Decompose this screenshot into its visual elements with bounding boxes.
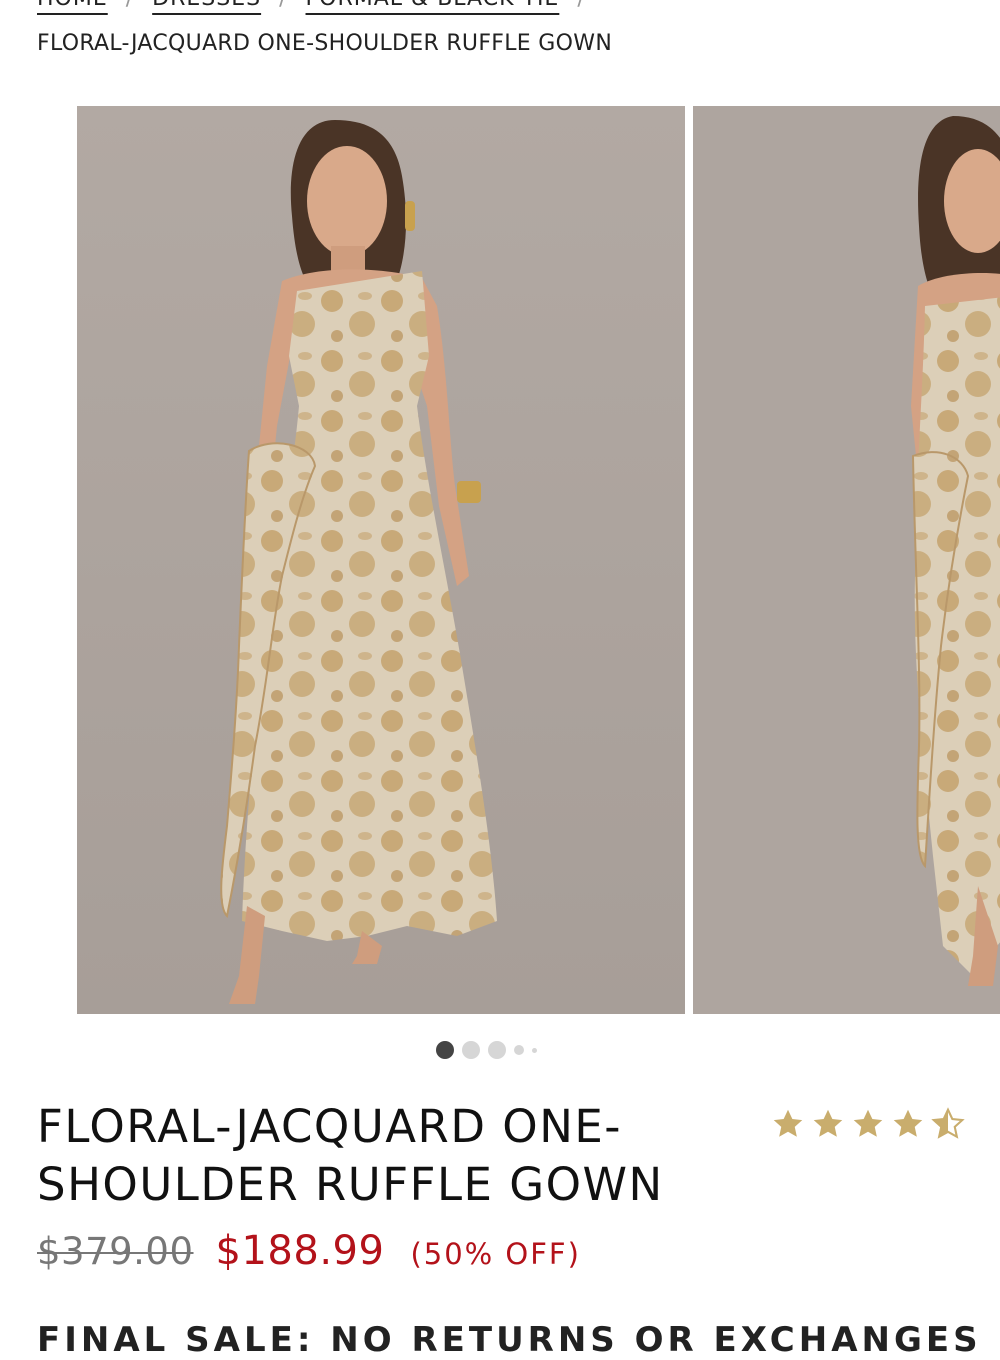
star-half-icon xyxy=(931,1107,965,1139)
product-title: FLORAL-JACQUARD ONE-SHOULDER RUFFLE GOWN xyxy=(37,1100,664,1211)
breadcrumb-separator: / xyxy=(126,0,134,11)
breadcrumb-dresses-link[interactable]: DRESSES xyxy=(152,0,261,11)
model-side-illustration xyxy=(693,106,1000,1014)
product-image-front[interactable] xyxy=(77,106,685,1014)
breadcrumb-current-page: FLORAL-JACQUARD ONE-SHOULDER RUFFLE GOWN xyxy=(37,31,613,56)
star-full-icon xyxy=(813,1109,843,1137)
breadcrumb: HOME / DRESSES / FORMAL & BLACK TIE / xyxy=(37,0,604,11)
breadcrumb-formal-link[interactable]: FORMAL & BLACK TIE xyxy=(306,0,560,11)
carousel-dot[interactable] xyxy=(436,1041,454,1059)
original-price: $379.00 xyxy=(37,1230,194,1273)
carousel-pagination xyxy=(436,1040,537,1060)
model-front-illustration xyxy=(77,106,685,1014)
price-block: $379.00 $188.99 (50% OFF) xyxy=(37,1228,581,1274)
star-full-icon xyxy=(853,1109,883,1137)
carousel-dot[interactable] xyxy=(462,1041,480,1059)
carousel-dot[interactable] xyxy=(488,1041,506,1059)
carousel-dot[interactable] xyxy=(532,1047,537,1053)
final-sale-notice: FINAL SALE: NO RETURNS OR EXCHANGES xyxy=(37,1320,982,1360)
breadcrumb-separator: / xyxy=(577,0,585,11)
sale-price: $188.99 xyxy=(215,1228,385,1274)
star-full-icon xyxy=(893,1109,923,1137)
breadcrumb-home-link[interactable]: HOME xyxy=(37,0,108,11)
product-image-carousel[interactable] xyxy=(77,106,1000,1014)
product-image-side[interactable] xyxy=(693,106,1000,1014)
breadcrumb-separator: / xyxy=(279,0,287,11)
star-rating[interactable] xyxy=(770,1106,966,1142)
discount-badge: (50% OFF) xyxy=(410,1237,581,1271)
star-full-icon xyxy=(773,1109,803,1137)
carousel-dot[interactable] xyxy=(514,1045,524,1055)
